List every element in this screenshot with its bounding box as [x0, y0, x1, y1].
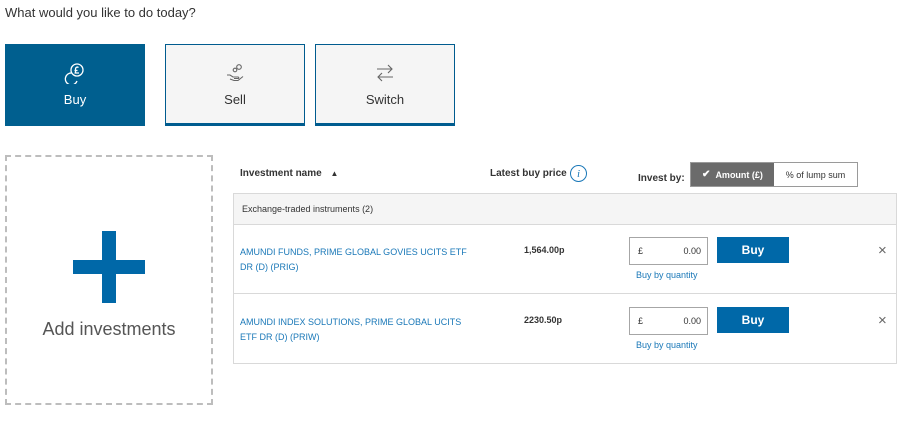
hand-coins-icon	[227, 63, 244, 81]
invest-by-toggle: ✔ Amount (£) % of lump sum	[690, 162, 858, 187]
sell-tile-label: Sell	[224, 91, 246, 107]
buy-by-quantity-link[interactable]: Buy by quantity	[636, 270, 698, 280]
investment-name-header-label: Investment name	[240, 168, 322, 179]
latest-buy-price: 1,564.00p	[524, 245, 565, 255]
plus-icon	[73, 230, 145, 303]
amount-value: 0.00	[683, 246, 701, 256]
amount-input[interactable]: £ 0.00	[629, 237, 708, 265]
remove-icon[interactable]: ×	[878, 312, 887, 329]
checkmark-icon: ✔	[702, 169, 711, 180]
buy-button[interactable]: Buy	[717, 307, 789, 333]
percent-toggle-option[interactable]: % of lump sum	[774, 163, 857, 186]
amount-input[interactable]: £ 0.00	[629, 307, 708, 335]
group-row-etis: Exchange-traded instruments (2)	[234, 194, 896, 225]
latest-buy-price-header: Latest buy price	[490, 168, 567, 179]
latest-buy-price: 2230.50p	[524, 315, 563, 325]
coin-pound-icon	[64, 62, 84, 84]
table-row: AMUNDI INDEX SOLUTIONS, PRIME GLOBAL UCI…	[234, 295, 896, 364]
sort-up-icon: ▲	[330, 169, 339, 178]
remove-icon[interactable]: ×	[878, 242, 887, 259]
add-investments-label: Add investments	[42, 318, 176, 339]
percent-toggle-label: % of lump sum	[785, 169, 846, 180]
switch-tile[interactable]: Switch	[315, 44, 455, 126]
add-investments-button[interactable]: Add investments	[5, 155, 213, 405]
invest-by-label: Invest by:	[638, 173, 685, 184]
currency-symbol: £	[638, 316, 644, 326]
swap-arrows-icon	[377, 64, 393, 81]
table-row: AMUNDI FUNDS, PRIME GLOBAL GOVIES UCITS …	[234, 225, 896, 294]
currency-symbol: £	[638, 246, 644, 256]
investments-table: Exchange-traded instruments (2) AMUNDI F…	[233, 193, 897, 364]
amount-value: 0.00	[683, 316, 701, 326]
amount-toggle-label: Amount (£)	[715, 169, 763, 180]
page-prompt: What would you like to do today?	[5, 5, 196, 20]
investment-name-header[interactable]: Investment name ▲	[240, 168, 338, 179]
buy-by-quantity-link[interactable]: Buy by quantity	[636, 340, 698, 350]
investment-name-link[interactable]: AMUNDI FUNDS, PRIME GLOBAL GOVIES UCITS …	[240, 245, 480, 275]
switch-tile-label: Switch	[365, 91, 405, 107]
amount-toggle-option[interactable]: ✔ Amount (£)	[691, 163, 774, 186]
investment-name-link[interactable]: AMUNDI INDEX SOLUTIONS, PRIME GLOBAL UCI…	[240, 315, 480, 345]
buy-tile-label: Buy	[63, 91, 87, 107]
info-icon[interactable]: i	[570, 165, 587, 182]
buy-tile[interactable]: Buy	[5, 44, 145, 126]
sell-tile[interactable]: Sell	[165, 44, 305, 126]
buy-button[interactable]: Buy	[717, 237, 789, 263]
